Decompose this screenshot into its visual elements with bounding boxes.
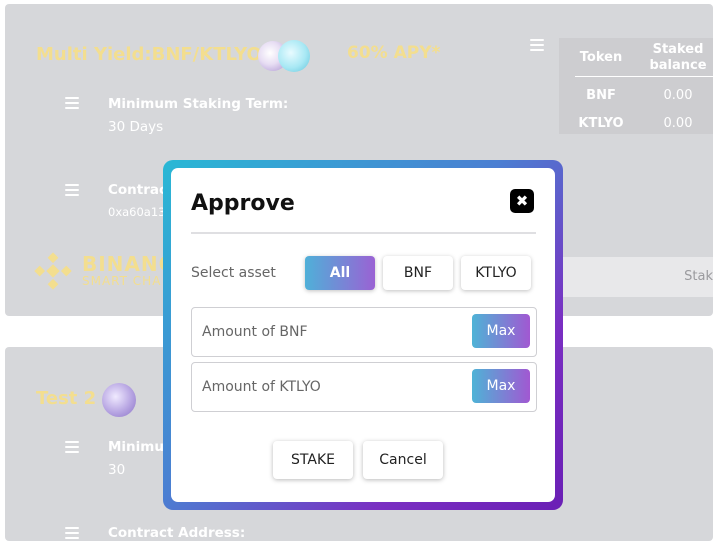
bnf-max-button[interactable]: Max	[472, 314, 530, 348]
menu-icon[interactable]	[530, 39, 544, 51]
list-bullet-icon	[65, 527, 79, 539]
network-subtitle: SMART CHA	[82, 274, 162, 288]
min-term-value: 30	[108, 462, 126, 478]
ktlyo-max-button[interactable]: Max	[472, 369, 530, 403]
table-cell-token: KTLYO	[578, 116, 624, 131]
cancel-button[interactable]: Cancel	[363, 441, 443, 479]
select-asset-label: Select asset	[191, 265, 276, 281]
list-bullet-icon	[65, 184, 79, 196]
modal-divider	[191, 232, 536, 234]
min-term-label: Minimum Staking Term:	[108, 96, 289, 112]
stake-strip-label: Stak	[684, 269, 713, 284]
ktlyo-amount-placeholder: Amount of KTLYO	[202, 379, 321, 395]
table-header-divider	[575, 76, 713, 77]
tab-ktlyo[interactable]: KTLYO	[461, 256, 531, 290]
tab-bnf[interactable]: BNF	[383, 256, 453, 290]
contract-address[interactable]: 0xa60a13	[108, 205, 165, 219]
contract-label: Contract Address:	[108, 525, 246, 541]
table-header-staked-line2: balance	[649, 58, 707, 73]
table-cell-token: BNF	[586, 88, 616, 103]
stake-strip[interactable]: Stak	[559, 257, 713, 297]
modal-title: Approve	[191, 191, 295, 216]
token-icon	[102, 383, 136, 417]
stake-button[interactable]: STAKE	[273, 441, 353, 479]
binance-logo-icon	[34, 252, 72, 290]
network-name: BINANC	[82, 252, 175, 276]
pool-title: Multi Yield:BNF/KTLYO	[36, 44, 262, 65]
list-bullet-icon	[65, 97, 79, 109]
table-cell-staked: 0.00	[663, 88, 693, 103]
table-header-staked-line1: Staked	[652, 42, 704, 57]
min-term-label: Minimu	[108, 439, 164, 455]
table-cell-staked: 0.00	[663, 116, 693, 131]
close-icon: ✖	[515, 191, 529, 210]
pool-title: Test 2	[36, 388, 97, 409]
close-button[interactable]: ✖	[510, 189, 534, 213]
min-term-value: 30 Days	[108, 119, 164, 135]
list-bullet-icon	[65, 441, 79, 453]
bnf-amount-field[interactable]: Amount of BNF Max	[191, 307, 537, 357]
ktlyo-amount-field[interactable]: Amount of KTLYO Max	[191, 362, 537, 412]
apy-label: 60% APY*	[347, 43, 441, 63]
contract-label: Contrac	[108, 182, 168, 198]
table-header-token: Token	[579, 50, 623, 65]
tab-all[interactable]: All	[305, 256, 375, 290]
ktlyo-token-icon	[278, 40, 310, 72]
bnf-amount-placeholder: Amount of BNF	[202, 324, 308, 340]
table-header-staked: Staked balance	[645, 42, 711, 74]
approve-modal: Approve ✖ Select asset All BNF KTLYO Amo…	[171, 168, 555, 502]
